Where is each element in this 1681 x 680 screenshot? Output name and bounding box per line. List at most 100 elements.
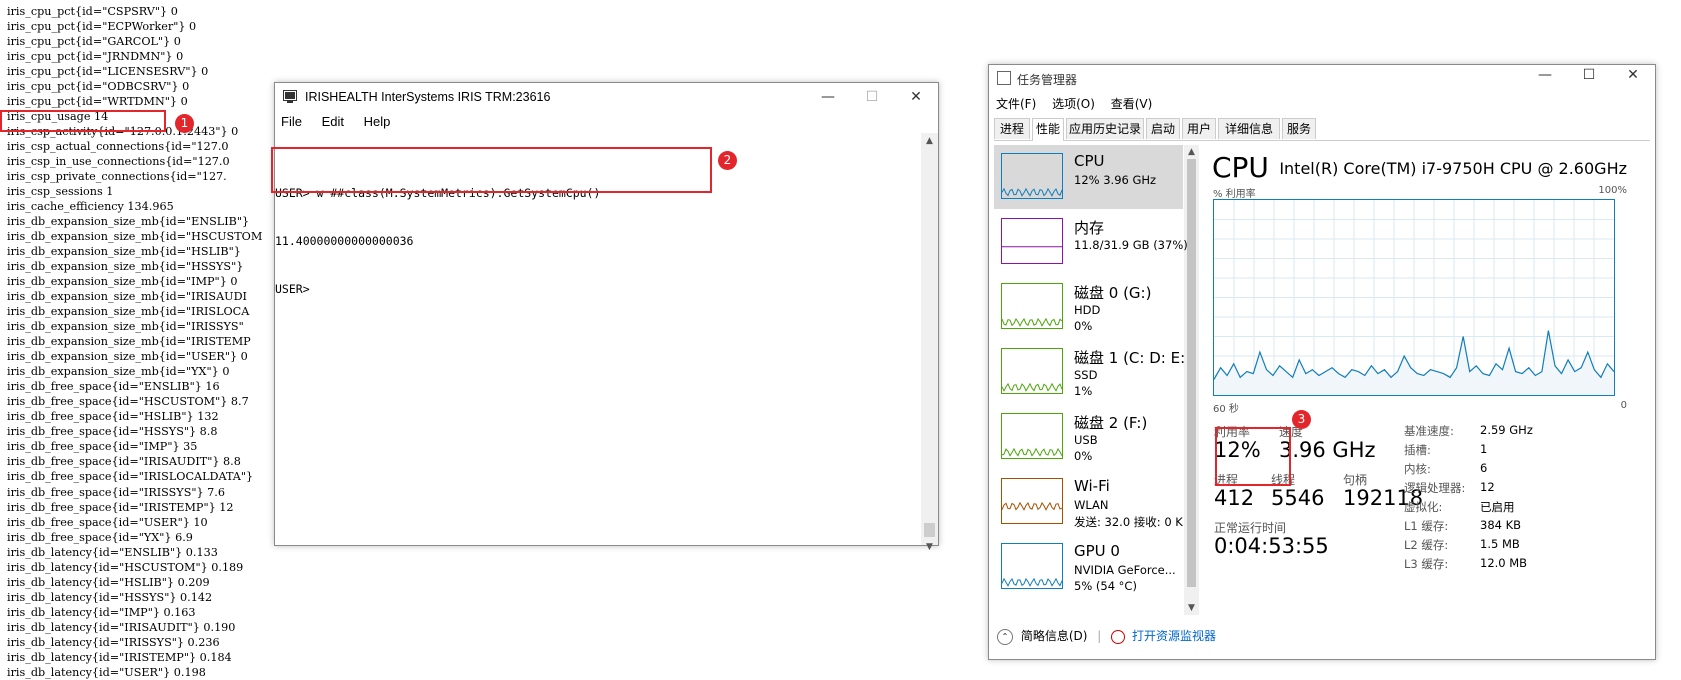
spec-label: 逻辑处理器: <box>1404 481 1466 495</box>
metric-line: iris_db_free_space{id="USER"} 10 <box>7 515 208 529</box>
mini-graph-line <box>1002 246 1062 248</box>
tm-tabs: 进程 性能 应用历史记录 启动 用户 详细信息 服务 <box>994 118 1650 141</box>
tab-5[interactable]: 详细信息 <box>1218 118 1280 139</box>
threads-value: 5546 <box>1271 486 1325 510</box>
metric-line: iris_db_expansion_size_mb{id="HSCUSTOM <box>7 230 263 244</box>
tm-footer: ⌃ 简略信息(D) | 打开资源监视器 <box>997 627 1216 645</box>
spec-value: 12 <box>1480 480 1495 494</box>
metric-line: iris_db_latency{id="IRISTEMP"} 0.184 <box>7 650 232 664</box>
tab-1[interactable]: 性能 <box>1032 118 1064 141</box>
graph-time-left: 60 秒 <box>1213 404 1239 415</box>
sidebar-item[interactable]: 磁盘 1 (C: D: E: SSD 1% <box>994 340 1185 404</box>
metric-line: iris_cpu_pct{id="ODBCSRV"} 0 <box>7 80 190 94</box>
tm-menubar: 文件(F) 选项(O) 查看(V) <box>996 95 1164 112</box>
metric-line: iris_db_free_space{id="IRISSYS"} 7.6 <box>7 485 225 499</box>
tm-menu-file[interactable]: 文件(F) <box>996 97 1036 111</box>
spec-label: L3 缓存: <box>1404 557 1449 571</box>
spec-label: 内核: <box>1404 462 1431 476</box>
terminal-scrollbar[interactable]: ▲ ▼ <box>921 133 938 552</box>
sidebar-item[interactable]: Wi-Fi WLAN 发送: 32.0 接收: 0 K <box>994 470 1183 534</box>
sidebar-item[interactable]: 磁盘 0 (G:) HDD 0% <box>994 275 1183 339</box>
sidebar-item-sub: NVIDIA GeForce... <box>1074 563 1176 577</box>
terminal-titlebar[interactable]: IRISHEALTH InterSystems IRIS TRM:23616 —… <box>275 83 938 111</box>
metric-line: iris_db_latency{id="IRISAUDIT"} 0.190 <box>7 620 236 634</box>
task-manager-window[interactable]: 任务管理器 — ☐ ✕ 文件(F) 选项(O) 查看(V) 进程 性能 应用历史记录… <box>988 64 1656 660</box>
tab-3[interactable]: 启动 <box>1146 118 1180 139</box>
scroll-thumb[interactable] <box>924 523 935 537</box>
scroll-up-icon[interactable]: ▲ <box>1184 145 1199 159</box>
cpu-model: Intel(R) Core(TM) i7-9750H CPU @ 2.60GHz <box>1279 159 1627 178</box>
cpu-panel: CPU Intel(R) Core(TM) i7-9750H CPU @ 2.6… <box>1204 145 1655 659</box>
sidebar-item-name: 磁盘 2 (F:) <box>1074 414 1148 432</box>
mini-graph-line <box>1001 317 1063 327</box>
spec-value: 6 <box>1480 461 1488 475</box>
menu-edit[interactable]: Edit <box>322 114 344 129</box>
metric-line: iris_db_latency{id="HSCUSTOM"} 0.189 <box>7 560 244 574</box>
spec-label: 插槽: <box>1404 443 1431 457</box>
chevron-up-icon[interactable]: ⌃ <box>997 628 1013 645</box>
sidebar-item[interactable]: GPU 0 NVIDIA GeForce... 5% (54 °C) <box>994 535 1183 599</box>
metric-line: iris_db_latency{id="HSSYS"} 0.142 <box>7 590 213 604</box>
minimize-button[interactable]: — <box>806 83 850 111</box>
sidebar-item-sub: WLAN <box>1074 498 1109 512</box>
tm-menu-options[interactable]: 选项(O) <box>1052 97 1095 111</box>
scroll-up-icon[interactable]: ▲ <box>921 133 938 150</box>
marker-2: 2 <box>718 151 737 170</box>
tm-close-button[interactable]: ✕ <box>1611 61 1655 89</box>
speed-value: 3.96 GHz <box>1279 438 1376 462</box>
sidebar-item[interactable]: 磁盘 2 (F:) USB 0% <box>994 405 1183 469</box>
metric-line: iris_db_free_space{id="HSLIB"} 132 <box>7 410 219 424</box>
metric-line: iris_cpu_pct{id="LICENSESRV"} 0 <box>7 65 209 79</box>
task-manager-title: 任务管理器 <box>1017 73 1078 87</box>
mini-graph <box>1001 283 1063 329</box>
metric-line: iris_db_latency{id="IRISSYS"} 0.236 <box>7 635 220 649</box>
metric-line: iris_db_free_space{id="YX"} 6.9 <box>7 530 193 544</box>
metric-line: iris_db_expansion_size_mb{id="HSLIB"} <box>7 245 241 259</box>
metric-line: iris_cache_efficiency 134.965 <box>7 200 174 214</box>
sidebar-item-sub2: 1% <box>1074 384 1093 398</box>
close-button[interactable]: ✕ <box>894 83 938 111</box>
sidebar-scroll-thumb[interactable] <box>1187 159 1196 587</box>
sidebar-item-sub2: 0% <box>1074 319 1093 333</box>
sidebar-item-name: CPU <box>1074 152 1105 170</box>
processes-value: 412 <box>1214 486 1255 510</box>
tm-menu-view[interactable]: 查看(V) <box>1111 97 1153 111</box>
terminal-menubar: File Edit Help <box>281 114 406 129</box>
graph-max: 100% <box>1598 185 1627 196</box>
mini-graph-line <box>1001 577 1063 587</box>
mini-graph-series <box>1001 577 1063 587</box>
sidebar-scrollbar[interactable]: ▲ ▼ <box>1184 145 1199 615</box>
graph-time-right: 0 <box>1620 400 1627 411</box>
spec-value: 1.5 MB <box>1480 537 1520 551</box>
metric-line: iris_db_free_space{id="ENSLIB"} 16 <box>7 380 220 394</box>
console-line: USER> <box>275 282 310 296</box>
scroll-down-icon[interactable]: ▼ <box>921 539 938 556</box>
metric-line: iris_db_expansion_size_mb{id="ENSLIB"} <box>7 215 250 229</box>
metrics-output: iris_cpu_pct{id="CSPSRV"} 0 iris_cpu_pct{… <box>7 4 262 680</box>
tm-minimize-button[interactable]: — <box>1523 61 1567 89</box>
terminal-console[interactable]: USER> w ##class(M.SystemMetrics).GetSyst… <box>275 139 921 545</box>
maximize-button[interactable]: ☐ <box>850 83 894 111</box>
tab-6[interactable]: 服务 <box>1282 118 1316 139</box>
tm-maximize-button[interactable]: ☐ <box>1567 61 1611 89</box>
metric-line: iris_db_latency{id="IMP"} 0.163 <box>7 605 196 619</box>
marker-1: 1 <box>175 114 194 133</box>
tab-0[interactable]: 进程 <box>994 118 1030 139</box>
menu-file[interactable]: File <box>281 114 302 129</box>
sidebar-item[interactable]: CPU 12% 3.96 GHz <box>994 145 1183 209</box>
mini-graph <box>1001 478 1063 524</box>
menu-help[interactable]: Help <box>364 114 391 129</box>
metric-line: iris_cpu_pct{id="JRNDMN"} 0 <box>7 50 184 64</box>
metric-line: iris_db_free_space{id="IRISLOCALDATA"} <box>7 470 254 484</box>
sidebar-item[interactable]: 内存 11.8/31.9 GB (37%) <box>994 210 1188 274</box>
cpu-usage-graph <box>1213 199 1615 396</box>
sidebar-item-sub: USB <box>1074 433 1098 447</box>
scroll-down-icon[interactable]: ▼ <box>1184 601 1199 615</box>
brief-info-link[interactable]: 简略信息(D) <box>1021 629 1088 643</box>
tab-4[interactable]: 用户 <box>1182 118 1216 139</box>
metric-line: iris_db_expansion_size_mb{id="IRISSYS" <box>7 320 244 334</box>
tab-2[interactable]: 应用历史记录 <box>1066 118 1144 139</box>
metric-line: iris_db_expansion_size_mb{id="YX"} 0 <box>7 365 230 379</box>
open-resource-monitor-link[interactable]: 打开资源监视器 <box>1132 629 1216 643</box>
metric-line: iris_cpu_pct{id="GARCOL"} 0 <box>7 35 181 49</box>
